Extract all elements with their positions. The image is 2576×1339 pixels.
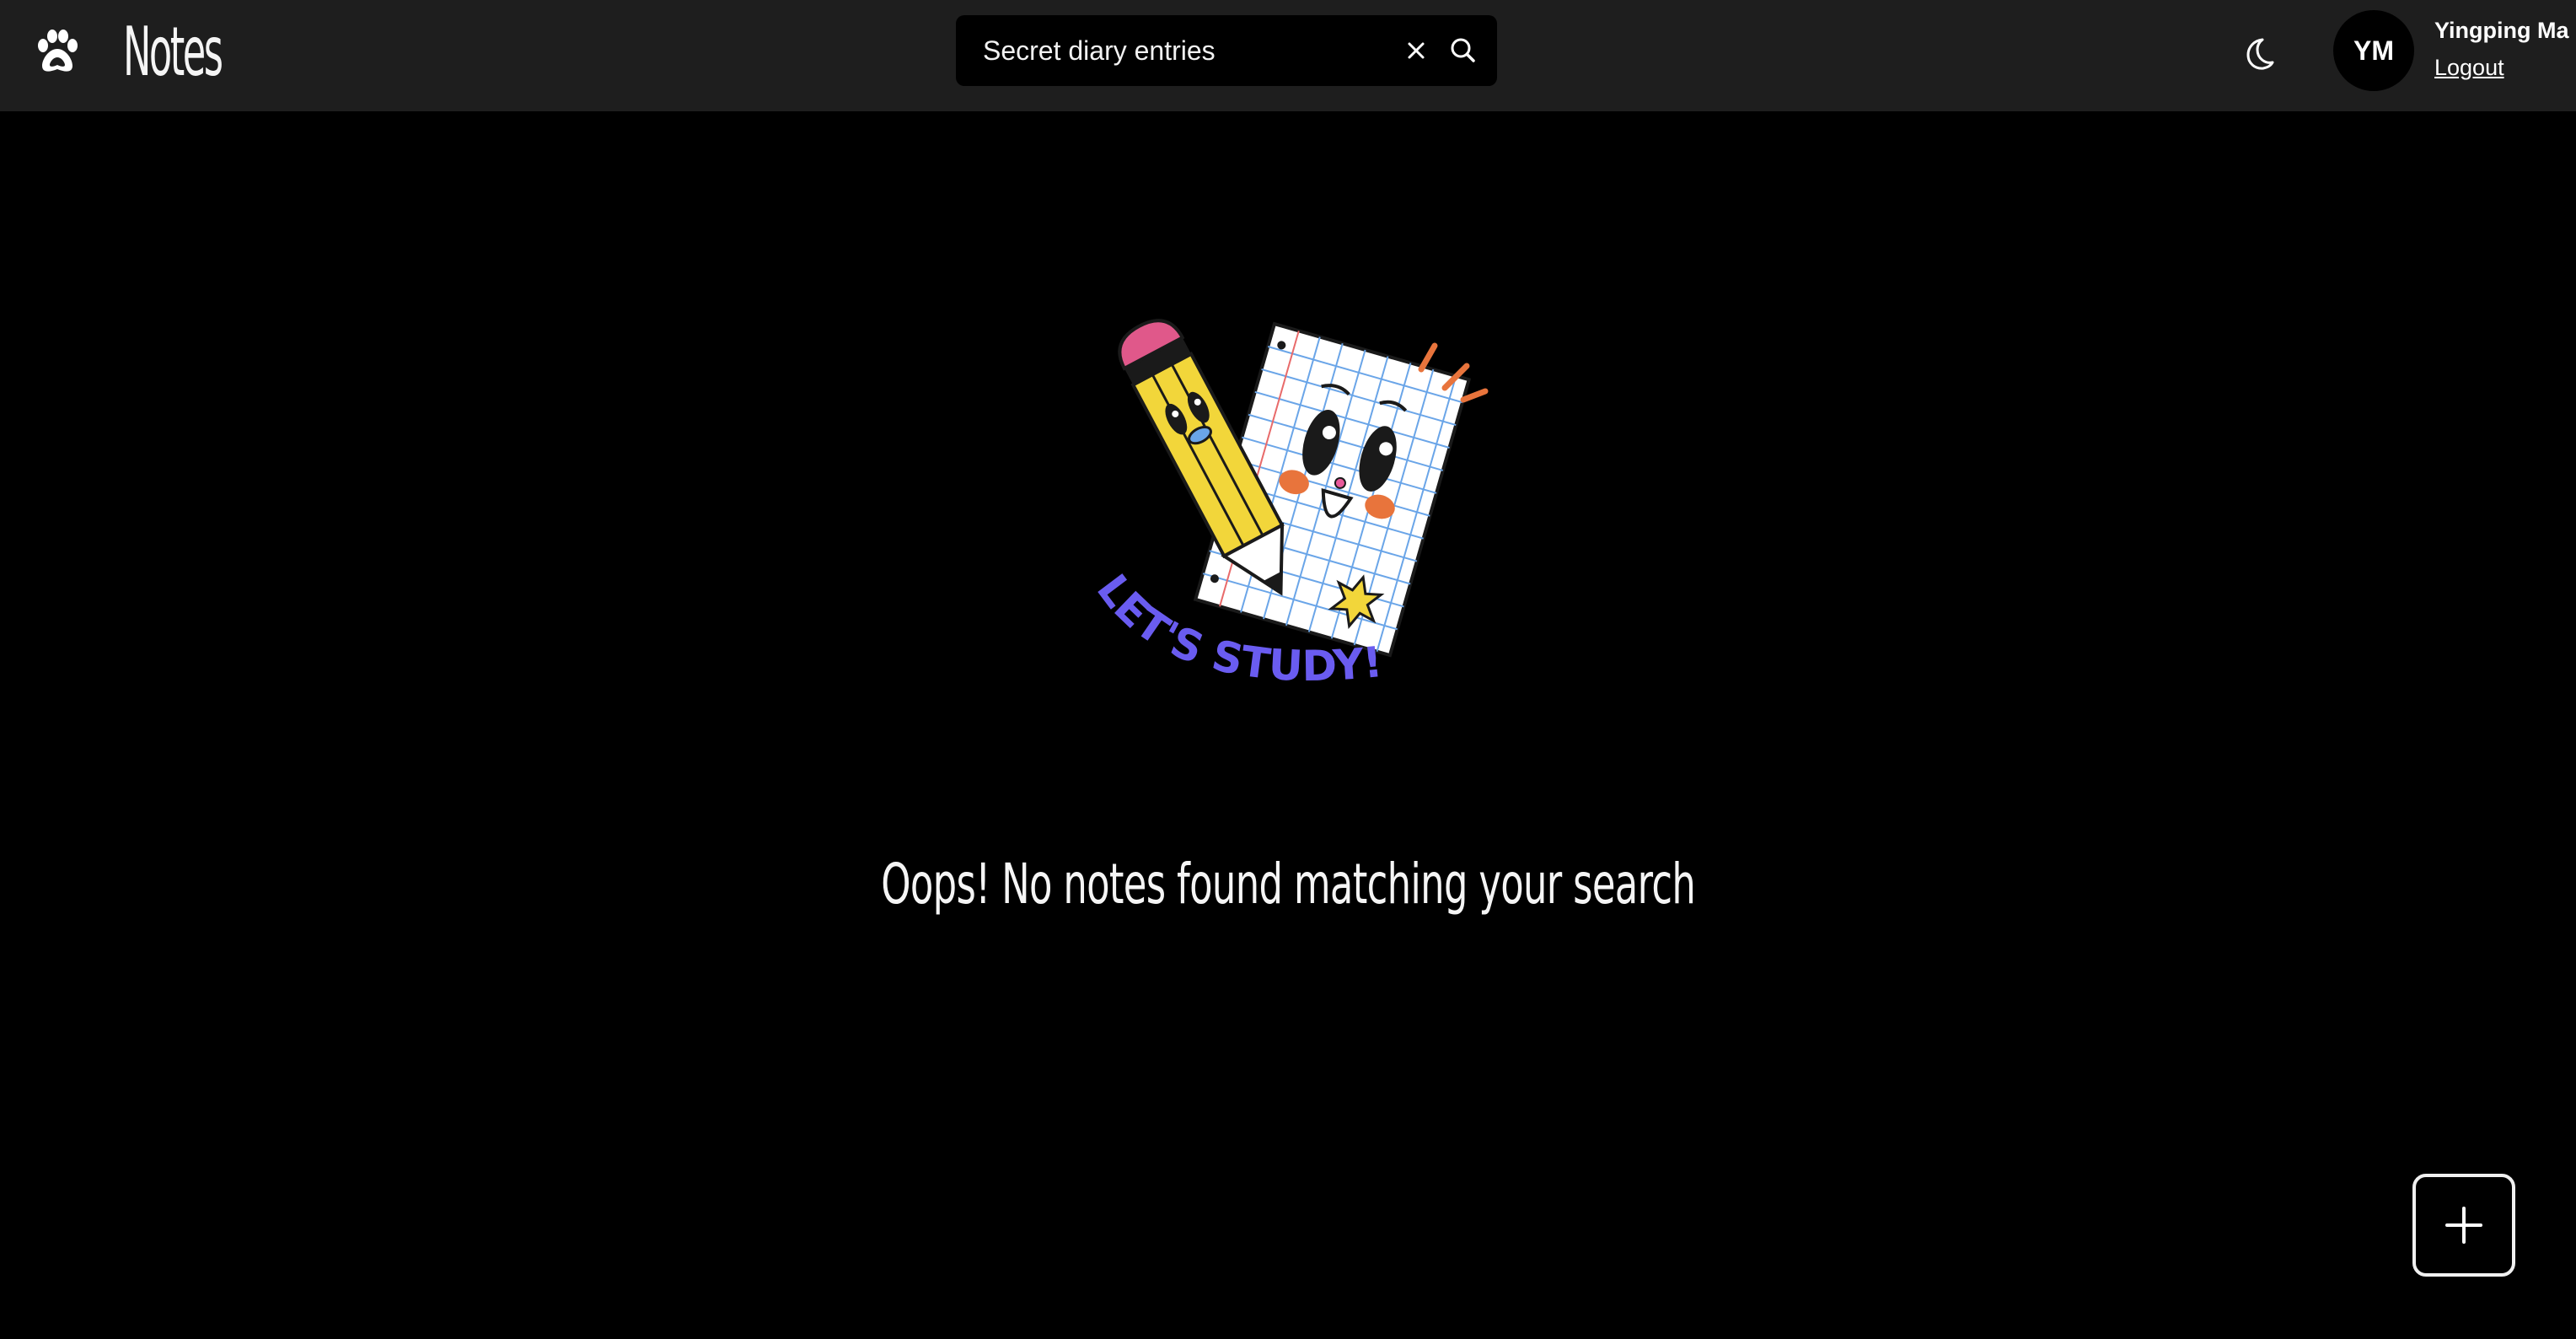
lets-study-illustration: LET'S STUDY! <box>1087 319 1489 691</box>
search-icon[interactable] <box>1446 34 1480 67</box>
paw-icon[interactable] <box>32 27 83 78</box>
search-bar <box>956 15 1497 86</box>
empty-state-message: Oops! No notes found matching your searc… <box>0 847 2576 922</box>
user-name: Yingping Ma <box>2434 18 2569 43</box>
close-icon[interactable] <box>1401 35 1431 66</box>
plus-icon <box>2445 1207 2482 1244</box>
add-note-button[interactable] <box>2412 1174 2515 1277</box>
empty-state-text: Oops! No notes found matching your searc… <box>881 852 1696 917</box>
avatar[interactable]: YM <box>2333 10 2414 91</box>
app-title: Notes <box>123 13 223 91</box>
search-input[interactable] <box>983 15 1387 86</box>
moon-icon[interactable] <box>2237 32 2279 74</box>
logout-link[interactable]: Logout <box>2434 52 2504 83</box>
top-bar: Notes YM Yingping Ma Logout <box>0 0 2576 111</box>
